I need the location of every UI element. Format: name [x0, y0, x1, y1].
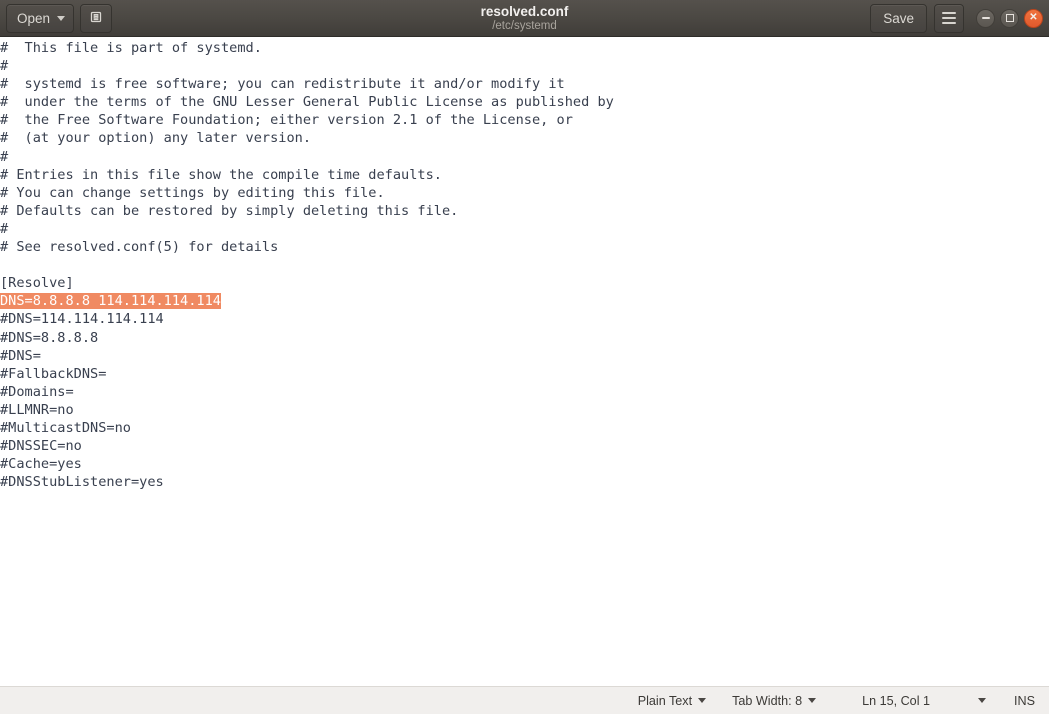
header-bar: Open resolved.conf /etc/systemd Save ✕: [0, 0, 1049, 37]
maximize-icon: [1005, 14, 1014, 22]
editor-line[interactable]: #Cache=yes: [0, 455, 1049, 473]
language-label: Plain Text: [637, 693, 693, 708]
cursor-position-selector[interactable]: Ln 15, Col 1: [862, 694, 986, 708]
close-icon: ✕: [1029, 12, 1038, 23]
editor-line[interactable]: #: [0, 148, 1049, 166]
open-button[interactable]: Open: [6, 3, 75, 33]
new-document-icon: [88, 9, 104, 28]
editor-line[interactable]: [Resolve]: [0, 274, 1049, 292]
editor-line[interactable]: # You can change settings by editing thi…: [0, 184, 1049, 202]
window-title: resolved.conf: [480, 4, 569, 19]
text-editor-area[interactable]: # This file is part of systemd. # # system…: [0, 37, 1049, 686]
hamburger-menu-icon: [942, 12, 956, 24]
editor-line[interactable]: # See resolved.conf(5) for details: [0, 238, 1049, 256]
editor-line[interactable]: # under the terms of the GNU Lesser Gene…: [0, 93, 1049, 111]
minimize-icon: [981, 17, 990, 19]
header-left-controls: Open: [6, 3, 113, 33]
hamburger-menu-button[interactable]: [934, 3, 964, 33]
cursor-position-label: Ln 15, Col 1: [862, 693, 930, 708]
minimize-button[interactable]: [976, 8, 995, 28]
chevron-down-icon: [698, 698, 707, 703]
tab-width-selector[interactable]: Tab Width: 8: [732, 693, 817, 708]
editor-line[interactable]: # the Free Software Foundation; either v…: [0, 111, 1049, 129]
open-button-label: Open: [17, 10, 51, 26]
close-button[interactable]: ✕: [1024, 8, 1043, 28]
document-text[interactable]: # This file is part of systemd. # # system…: [0, 37, 1049, 491]
editor-line[interactable]: #DNS=8.8.8.8: [0, 329, 1049, 347]
editor-line[interactable]: #DNS=: [0, 347, 1049, 365]
editor-line[interactable]: #LLMNR=no: [0, 401, 1049, 419]
gedit-window: Open resolved.conf /etc/systemd Save ✕ #…: [0, 0, 1049, 714]
editor-line[interactable]: #DNS=114.114.114.114: [0, 310, 1049, 328]
editor-line[interactable]: # This file is part of systemd.: [0, 39, 1049, 57]
window-subtitle: /etc/systemd: [492, 20, 557, 32]
selected-text[interactable]: DNS=8.8.8.8 114.114.114.114: [0, 293, 221, 310]
chevron-down-icon: [808, 698, 817, 703]
status-bar: Plain Text Tab Width: 8 Ln 15, Col 1 INS: [0, 686, 1049, 714]
tab-width-label: Tab Width: 8: [732, 693, 803, 708]
editor-line[interactable]: # Defaults can be restored by simply del…: [0, 202, 1049, 220]
header-right-controls: Save ✕: [870, 3, 1043, 33]
save-button[interactable]: Save: [870, 3, 927, 33]
window-controls: ✕: [976, 8, 1043, 28]
editor-line[interactable]: #: [0, 220, 1049, 238]
editor-line[interactable]: # Entries in this file show the compile …: [0, 166, 1049, 184]
new-document-button[interactable]: [80, 3, 113, 33]
insert-mode-indicator[interactable]: INS: [1014, 694, 1035, 708]
editor-line[interactable]: #FallbackDNS=: [0, 365, 1049, 383]
editor-line[interactable]: #DNSSEC=no: [0, 437, 1049, 455]
insert-mode-label: INS: [1014, 693, 1035, 708]
editor-line[interactable]: [0, 256, 1049, 274]
editor-line[interactable]: #DNSStubListener=yes: [0, 473, 1049, 491]
editor-line[interactable]: # (at your option) any later version.: [0, 129, 1049, 147]
maximize-button[interactable]: [1000, 8, 1019, 28]
editor-line[interactable]: #Domains=: [0, 383, 1049, 401]
editor-line[interactable]: # systemd is free software; you can redi…: [0, 75, 1049, 93]
language-selector[interactable]: Plain Text: [637, 693, 707, 708]
save-button-label: Save: [883, 10, 914, 26]
editor-line[interactable]: #: [0, 57, 1049, 75]
editor-line[interactable]: #MulticastDNS=no: [0, 419, 1049, 437]
chevron-down-icon: [57, 15, 66, 21]
chevron-down-icon: [978, 698, 986, 703]
editor-line[interactable]: DNS=8.8.8.8 114.114.114.114: [0, 292, 1049, 310]
